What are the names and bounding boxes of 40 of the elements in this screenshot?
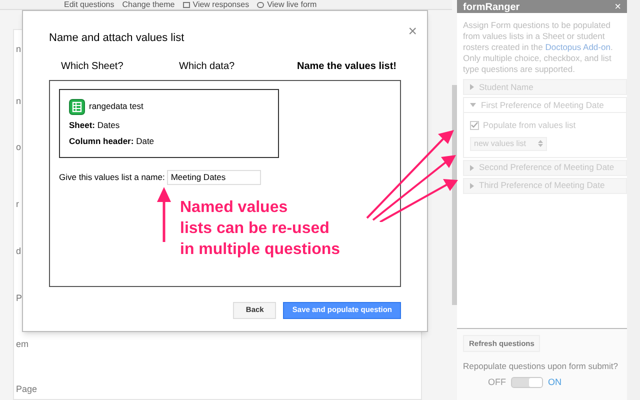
spreadsheet-icon — [69, 98, 85, 114]
caret-right-icon — [470, 164, 474, 171]
toolbar-link[interactable]: View responses — [182, 0, 250, 9]
input-field[interactable]: Meeting Dates — [166, 170, 261, 184]
source-detail: Column header: Date — [69, 135, 156, 148]
checkbox[interactable] — [470, 120, 479, 130]
form-text-fragment: Page — [16, 384, 38, 395]
step-label: Which data? — [179, 60, 236, 74]
sidebar-title: formRanger — [463, 3, 520, 13]
scrollbar[interactable] — [452, 85, 457, 305]
on-label: ON — [548, 376, 562, 389]
annotation-text: Named values lists can be re-used in multiple questions — [180, 198, 340, 260]
source-detail: Sheet: Dates — [69, 118, 121, 132]
checkmark-icon — [471, 122, 478, 128]
sidebar-intro: Assign Form questions to be populated from values lists in a Sheet or student rosters created in the Doctopus Add-on. Only multiple choice, checkbox, and list type questions are supported. — [462, 19, 614, 75]
form-text-fragment: r — [16, 199, 19, 210]
toolbar-link[interactable]: View live form — [257, 0, 317, 9]
form-text-fragment: d — [16, 246, 22, 257]
arrow-drawing — [155, 186, 173, 242]
form-text-fragment: n — [16, 96, 22, 107]
toolbar-link[interactable]: Edit questions — [64, 0, 114, 9]
off-label: OFF — [488, 376, 506, 389]
close-button[interactable]: × — [408, 24, 417, 39]
caret-down-icon — [470, 103, 476, 107]
updown-icon — [538, 140, 543, 148]
form-text-fragment: em — [16, 339, 29, 350]
caret-right-icon — [470, 182, 474, 189]
repopulate-label: Repopulate questions upon form submit? — [463, 360, 619, 373]
step-label: Which Sheet? — [61, 60, 124, 74]
form-text-fragment: P — [16, 293, 22, 304]
caret-right-icon — [470, 84, 474, 90]
name-field-label: Give this values list a name: — [59, 170, 165, 184]
form-text-fragment: n — [16, 44, 22, 55]
close-button[interactable]: × — [614, 2, 621, 13]
step-label: Name the values list! — [297, 60, 396, 74]
dialog-title: Name and attach values list — [49, 31, 184, 46]
toolbar-link[interactable]: Change theme — [122, 0, 175, 9]
sheet-name: rangedata test — [89, 100, 144, 113]
form-text-fragment: o — [16, 142, 22, 153]
toggle-switch[interactable] — [511, 377, 543, 388]
